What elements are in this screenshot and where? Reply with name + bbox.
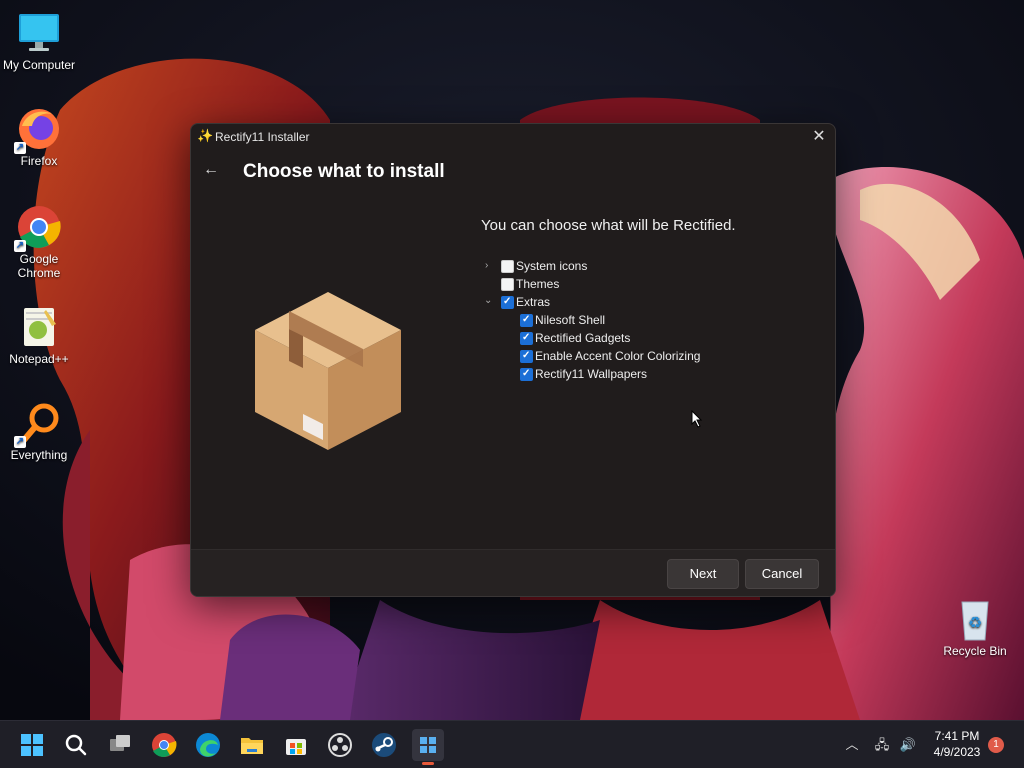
active-app-indicator [422,762,434,765]
search-icon[interactable] [60,729,92,761]
shortcut-arrow-icon: ↗ [14,436,26,448]
tree-item-accent-color[interactable]: Enable Accent Color Colorizing [473,347,813,365]
tree-item-label: Themes [516,277,560,291]
steam-icon[interactable] [368,729,400,761]
tree-item-label: Extras [516,295,551,309]
checkbox[interactable] [520,365,533,383]
checkbox[interactable] [501,260,514,273]
desktop-icon-label: Everything [10,448,68,462]
tree-item-extras[interactable]: ⌄ Extras [473,293,773,311]
store-icon[interactable] [280,729,312,761]
svg-text:♻: ♻ [968,613,982,632]
cancel-button[interactable]: Cancel [745,559,819,589]
desktop-icon-firefox[interactable]: ↗ Firefox [0,106,78,168]
installer-window: ✨ Rectify11 Installer ✕ ← Choose what to… [190,123,836,597]
shortcut-arrow-icon: ↗ [14,240,26,252]
desktop-icon-label: Recycle Bin [943,644,1007,658]
feature-tree: › System icons Themes ⌄ Extras Nilesoft … [473,249,819,545]
tree-item-label: System icons [516,259,588,273]
desktop-icon-label: Google Chrome [17,252,61,280]
subtitle: You can choose what will be Rectified. [481,217,736,234]
tree-item-rectified-gadgets[interactable]: Rectified Gadgets [473,329,813,347]
page-title: Choose what to install [243,161,445,182]
clock-date: 4/9/2023 [933,745,981,759]
tree-item-label: Rectify11 Wallpapers [535,367,648,381]
desktop-icon-label: Firefox [20,154,58,168]
close-button[interactable]: ✕ [803,124,835,150]
next-button[interactable]: Next [667,559,739,589]
monitor-icon [16,10,62,56]
task-view-icon[interactable] [104,729,136,761]
desktop-icon-my-computer[interactable]: My Computer [0,10,78,72]
package-box-icon [255,292,401,450]
desktop-icon-notepad-plus-plus[interactable]: Notepad++ [0,304,78,366]
volume-icon[interactable]: 🔊 [898,735,918,755]
clock[interactable]: 7:41 PM 4/9/2023 [922,728,992,760]
network-icon[interactable]: 🖧 [872,735,892,755]
everything-search-icon: ↗ [14,400,62,448]
checkbox[interactable] [501,278,514,291]
tree-item-wallpapers[interactable]: Rectify11 Wallpapers [473,365,813,383]
checkbox[interactable] [520,311,533,329]
chevron-up-icon[interactable]: ︿ [842,735,862,755]
tree-item-system-icons[interactable]: › System icons [473,257,773,275]
checkbox[interactable] [501,293,514,311]
tree-item-nilesoft-shell[interactable]: Nilesoft Shell [473,311,813,329]
chevron-right-icon[interactable]: › [485,257,495,275]
tree-item-label: Rectified Gadgets [535,331,631,345]
notepad-plus-plus-icon [16,304,62,350]
back-arrow-button[interactable]: ← [203,161,221,179]
firefox-icon: ↗ [14,106,62,154]
clock-time: 7:41 PM [934,729,980,743]
shortcut-arrow-icon: ↗ [14,142,26,154]
chevron-down-icon[interactable]: ⌄ [484,292,494,310]
tree-item-label: Nilesoft Shell [535,313,606,327]
chrome-icon[interactable] [148,729,180,761]
desktop-icon-recycle-bin[interactable]: ♻ Recycle Bin [936,596,1014,658]
mouse-cursor-icon [691,410,703,428]
tree-item-label: Enable Accent Color Colorizing [535,349,701,363]
edge-icon[interactable] [192,729,224,761]
desktop-icon-google-chrome[interactable]: ↗ Google Chrome [0,204,78,280]
notification-badge[interactable]: 1 [988,737,1004,753]
window-title: Rectify11 Installer [215,130,310,144]
tree-item-themes[interactable]: Themes [473,275,773,293]
recycle-bin-icon: ♻ [952,596,998,642]
taskbar: ︿ 🖧 🔊 7:41 PM 4/9/2023 1 [0,720,1024,768]
checkbox[interactable] [520,347,533,365]
checkbox[interactable] [520,329,533,347]
desktop-icon-label: Notepad++ [9,352,69,366]
start-button[interactable] [16,729,48,761]
chrome-icon: ↗ [14,204,62,252]
file-explorer-icon[interactable] [236,729,268,761]
title-bar[interactable]: ✨ Rectify11 Installer ✕ [191,124,835,150]
obs-icon[interactable] [324,729,356,761]
desktop-icon-label: My Computer [2,58,76,72]
sparkle-icon: ✨ [197,128,214,143]
desktop-icon-everything[interactable]: ↗ Everything [0,400,78,462]
rectify11-installer-taskbar-icon[interactable] [412,729,444,765]
dialog-footer: Next Cancel [191,549,835,596]
